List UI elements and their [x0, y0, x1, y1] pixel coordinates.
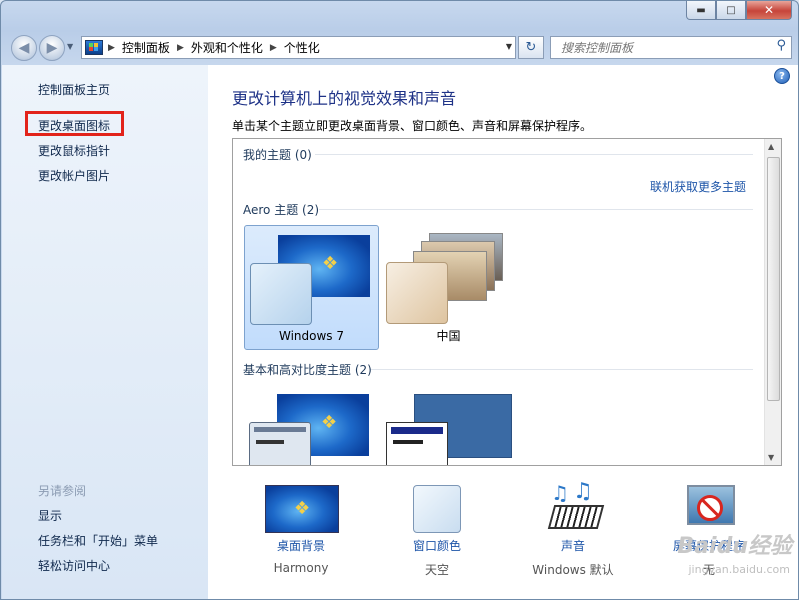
address-bar[interactable]: ▶ 控制面板 ▶ 外观和个性化 ▶ 个性化 ▼ [81, 36, 516, 59]
divider [319, 209, 753, 210]
keyboard-icon [547, 505, 605, 529]
back-arrow-icon: ◀ [18, 40, 30, 56]
screen-saver-icon [673, 485, 745, 531]
chevron-down-icon[interactable]: ▼ [506, 42, 512, 51]
watermark-url: jingyan.baidu.com [688, 563, 790, 576]
content-area: 控制面板主页 更改桌面图标 更改鼠标指针 更改帐户图片 另请参阅 显示 任务栏和… [2, 65, 798, 599]
help-icon: ? [779, 70, 785, 82]
theme-tile-china[interactable]: 中国 [381, 225, 516, 350]
chevron-right-icon[interactable]: ▶ [270, 43, 277, 53]
navigation-bar: ◀ ▶ ▼ ▶ 控制面板 ▶ 外观和个性化 ▶ 个性化 ▼ ↻ ⚲ [1, 32, 798, 62]
theme-gallery: 我的主题 (0) 联机获取更多主题 Aero 主题 (2) ❖ Windows … [232, 138, 782, 466]
recent-pages-dropdown[interactable]: ▼ [67, 42, 73, 51]
window-color-preview [249, 422, 311, 465]
sidebar-link-display[interactable]: 显示 [38, 507, 62, 524]
sidebar-link-control-panel-home[interactable]: 控制面板主页 [38, 81, 110, 98]
back-button[interactable]: ◀ [11, 35, 37, 61]
highlight-box [25, 111, 124, 136]
minimize-button[interactable]: ▬ [686, 1, 716, 20]
desktop-background-link[interactable]: 桌面背景 [236, 537, 366, 554]
sidebar-link-taskbar-start-menu[interactable]: 任务栏和「开始」菜单 [38, 532, 158, 549]
window-color-link[interactable]: 窗口颜色 [372, 537, 502, 554]
sidebar: 控制面板主页 更改桌面图标 更改鼠标指针 更改帐户图片 另请参阅 显示 任务栏和… [2, 65, 208, 599]
vertical-scrollbar[interactable]: ▲ ▼ [764, 139, 781, 465]
window-color-preview [250, 263, 312, 325]
page-title: 更改计算机上的视觉效果和声音 [232, 89, 457, 108]
window-color-preview [386, 262, 448, 324]
window-color-value: 天空 [424, 563, 449, 577]
maximize-button[interactable]: □ [716, 1, 746, 20]
my-themes-heading: 我的主题 (0) [243, 148, 312, 162]
bottom-window-color[interactable]: 窗口颜色 天空 [372, 485, 502, 578]
theme-tile-windows7-basic[interactable]: ❖ [244, 385, 379, 465]
refresh-icon: ↻ [525, 40, 537, 55]
divider [315, 154, 753, 155]
bottom-sounds[interactable]: ♫ ♫ 声音 Windows 默认 [508, 479, 638, 578]
music-note-icon: ♫ [551, 481, 569, 505]
online-themes-link[interactable]: 联机获取更多主题 [650, 178, 746, 195]
breadcrumb-personalization[interactable]: 个性化 [284, 39, 320, 56]
music-note-icon: ♫ [573, 479, 593, 504]
watermark-logo: Baidu经验 [677, 534, 792, 559]
windows-flag-icon: ❖ [321, 412, 338, 433]
refresh-button[interactable]: ↻ [518, 36, 544, 59]
sounds-value: Windows 默认 [532, 563, 614, 577]
caption-buttons: ▬ □ ✕ [686, 1, 792, 20]
see-also-heading: 另请参阅 [38, 484, 87, 498]
control-panel-icon [85, 40, 103, 55]
divider [371, 369, 753, 370]
search-icon[interactable]: ⚲ [776, 38, 786, 53]
close-button[interactable]: ✕ [746, 1, 792, 20]
window-color-icon [401, 485, 473, 533]
desktop-background-icon: ❖ [265, 485, 339, 533]
theme-label: Windows 7 [278, 329, 344, 343]
scroll-down-arrow-icon[interactable]: ▼ [768, 453, 774, 462]
sidebar-link-change-mouse-pointers[interactable]: 更改鼠标指针 [38, 142, 110, 159]
forward-arrow-icon: ▶ [46, 40, 58, 56]
chevron-right-icon[interactable]: ▶ [108, 43, 115, 53]
aero-themes-heading: Aero 主题 (2) [243, 203, 320, 217]
window: ▬ □ ✕ ◀ ▶ ▼ ▶ 控制面板 ▶ 外观和个性化 ▶ 个性化 ▼ ↻ ⚲ [0, 0, 799, 600]
breadcrumb-appearance[interactable]: 外观和个性化 [191, 39, 263, 56]
theme-tile-high-contrast[interactable] [381, 385, 516, 465]
window-color-preview [386, 422, 448, 465]
theme-label: 中国 [436, 329, 461, 343]
basic-themes-heading: 基本和高对比度主题 (2) [243, 363, 372, 377]
theme-tile-windows7[interactable]: ❖ Windows 7 [244, 225, 379, 350]
no-entry-icon [697, 495, 723, 521]
search-input[interactable] [559, 37, 763, 58]
scrollbar-thumb[interactable] [767, 157, 780, 401]
search-box[interactable]: ⚲ [550, 36, 792, 59]
windows-flag-icon: ❖ [322, 253, 339, 274]
sounds-link[interactable]: 声音 [508, 537, 638, 554]
help-button[interactable]: ? [774, 68, 790, 84]
bottom-desktop-background[interactable]: ❖ 桌面背景 Harmony [236, 485, 366, 575]
sidebar-link-change-account-picture[interactable]: 更改帐户图片 [38, 167, 110, 184]
scroll-up-arrow-icon[interactable]: ▲ [768, 142, 774, 151]
breadcrumb-control-panel[interactable]: 控制面板 [122, 39, 170, 56]
sidebar-link-ease-of-access[interactable]: 轻松访问中心 [38, 557, 110, 574]
desktop-background-value: Harmony [273, 561, 329, 575]
page-subtitle: 单击某个主题立即更改桌面背景、窗口颜色、声音和屏幕保护程序。 [232, 119, 593, 133]
chevron-right-icon[interactable]: ▶ [177, 43, 184, 53]
forward-button[interactable]: ▶ [39, 35, 65, 61]
sounds-icon: ♫ ♫ [537, 479, 609, 531]
